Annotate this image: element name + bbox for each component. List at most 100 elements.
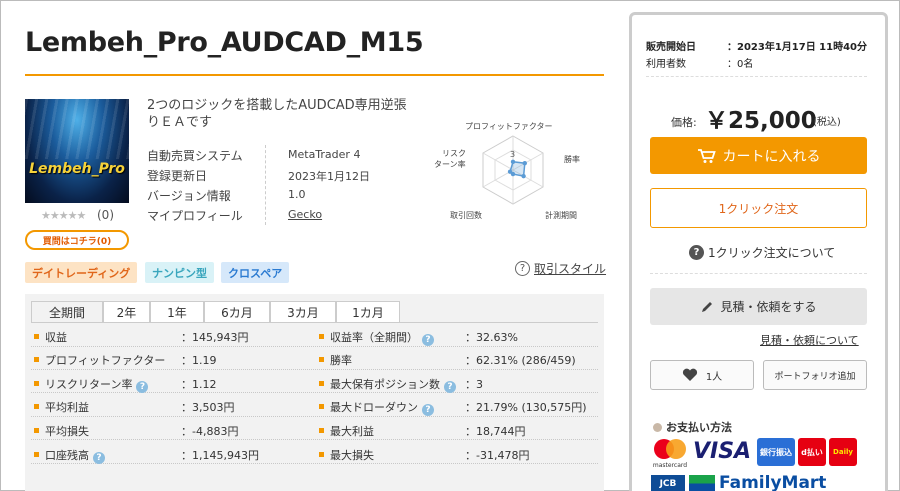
tag-daytrading[interactable]: デイトレーディング bbox=[25, 262, 138, 283]
stat-label-text: 最大損失 bbox=[330, 449, 374, 462]
stat-label-text: 勝率 bbox=[330, 354, 352, 367]
profile-link[interactable]: Gecko bbox=[288, 208, 322, 221]
buy-question-label: 買問はコチラ(0) bbox=[42, 236, 112, 247]
tab-2y[interactable]: 2年 bbox=[103, 301, 150, 323]
stat-label-text: 口座残高 bbox=[45, 449, 89, 462]
stat-left-label-5: 口座残高? bbox=[45, 447, 105, 464]
sale-start-label: 販売開始日 bbox=[646, 42, 696, 53]
stat-left-value-2: ：1.12 bbox=[181, 378, 217, 391]
visa-logo: VISA bbox=[693, 439, 752, 464]
stat-bullet-icon bbox=[34, 452, 39, 457]
daily-yamazaki-logo: Daily bbox=[829, 438, 857, 466]
tab-all-period[interactable]: 全期間 bbox=[31, 301, 103, 323]
radar-point-4 bbox=[507, 169, 513, 174]
help-icon[interactable]: ? bbox=[422, 404, 434, 416]
product-thumbnail[interactable]: Lembeh_Pro bbox=[25, 99, 129, 203]
radar-point-0 bbox=[510, 159, 516, 165]
stat-label-text: 最大保有ポジション数 bbox=[330, 378, 440, 391]
stats-row-divider bbox=[31, 369, 598, 370]
users-label: 利用者数 bbox=[646, 59, 686, 70]
like-count: 1人 bbox=[705, 371, 723, 383]
one-click-order-button[interactable]: 1クリック注文 bbox=[650, 188, 867, 228]
stat-left-value-5: ：1,145,943円 bbox=[181, 449, 259, 462]
info-label-system: 自動売買システム bbox=[147, 149, 243, 163]
bullet-icon bbox=[653, 422, 662, 432]
help-icon: ? bbox=[515, 261, 530, 276]
price-value: ￥25,000 bbox=[705, 108, 817, 134]
stat-label-text: リスクリターン率 bbox=[45, 378, 133, 391]
help-icon[interactable]: ? bbox=[93, 452, 105, 464]
radar-label-return: ターン率 bbox=[434, 159, 466, 169]
stat-label-text: 最大ドローダウン bbox=[330, 401, 418, 414]
stat-left-label-3: 平均利益 bbox=[45, 399, 89, 415]
info-value-updated: 2023年1月12日 bbox=[288, 170, 370, 183]
stat-left-value-3: ：3,503円 bbox=[181, 401, 235, 414]
pen-icon bbox=[702, 301, 713, 312]
add-to-cart-button[interactable]: カートに入れる bbox=[650, 137, 867, 174]
stat-right-label-0: 収益率（全期間）? bbox=[330, 329, 434, 346]
add-to-cart-label: カートに入れる bbox=[722, 148, 821, 165]
stat-bullet-icon bbox=[34, 357, 39, 362]
product-title: Lembeh_Pro_AUDCAD_M15 bbox=[25, 27, 424, 58]
radar-point-2 bbox=[521, 173, 526, 179]
buy-question-button[interactable]: 買問はコチラ(0) bbox=[25, 230, 129, 250]
tab-3m[interactable]: 3カ月 bbox=[270, 301, 336, 323]
stat-right-value-0: ：32.63% bbox=[465, 331, 518, 344]
radar-point-1 bbox=[522, 161, 527, 166]
quote-about-link[interactable]: 見積・依頼について bbox=[760, 332, 859, 348]
info-label-profile: マイプロフィール bbox=[147, 209, 243, 223]
radar-label-period: 計測期間 bbox=[545, 210, 577, 220]
info-divider bbox=[265, 145, 266, 225]
help-icon[interactable]: ? bbox=[136, 381, 149, 393]
stats-row-divider bbox=[31, 416, 598, 417]
stat-bullet-icon bbox=[319, 452, 324, 457]
one-click-about-link[interactable]: ? 1クリック注文について bbox=[689, 244, 835, 261]
radar-chart: 3 プロフィットファクター 勝率 計測期間 取引回数 リスク ターン率 bbox=[434, 122, 580, 220]
product-description: 2つのロジックを搭載したAUDCAD専用逆張りＥＡです bbox=[147, 98, 407, 130]
add-portfolio-button[interactable]: ポートフォリオ追加 bbox=[763, 360, 867, 390]
heart-icon bbox=[682, 368, 697, 381]
stat-left-label-2: リスクリターン率? bbox=[45, 376, 149, 393]
radar-label-trades: 取引回数 bbox=[450, 210, 482, 220]
tab-1y[interactable]: 1年 bbox=[150, 301, 204, 323]
tab-6m[interactable]: 6カ月 bbox=[204, 301, 270, 323]
stat-label-text: 平均損失 bbox=[45, 425, 89, 438]
stat-left-value-4: ：-4,883円 bbox=[181, 425, 239, 438]
stat-bullet-icon bbox=[319, 428, 324, 433]
stat-right-value-3: ：21.79% (130,575円) bbox=[465, 401, 587, 414]
stat-bullet-icon bbox=[34, 334, 39, 339]
trade-style-link[interactable]: ? 取引スタイル bbox=[515, 260, 606, 277]
stat-right-label-4: 最大利益 bbox=[330, 423, 374, 439]
jcb-logo: JCB bbox=[651, 475, 685, 491]
quote-request-button[interactable]: 見積・依頼をする bbox=[650, 288, 867, 325]
tag-crosspair[interactable]: クロスペア bbox=[221, 262, 290, 283]
price-label: 価格: bbox=[671, 116, 697, 129]
like-button[interactable]: 1人 bbox=[650, 360, 754, 390]
info-value-version: 1.0 bbox=[288, 188, 306, 201]
radar-axis-6 bbox=[482, 152, 514, 171]
stat-right-value-4: ：18,744円 bbox=[465, 425, 526, 438]
stat-bullet-icon bbox=[319, 404, 324, 409]
stat-bullet-icon bbox=[319, 357, 324, 362]
tab-1m[interactable]: 1カ月 bbox=[336, 301, 400, 323]
help-icon[interactable]: ? bbox=[422, 334, 434, 346]
title-underline bbox=[25, 74, 604, 76]
stat-right-label-2: 最大保有ポジション数? bbox=[330, 376, 456, 393]
stat-left-label-1: プロフィットファクター bbox=[45, 352, 165, 368]
familymart-mark bbox=[689, 475, 715, 491]
help-icon[interactable]: ? bbox=[444, 381, 456, 393]
panel-divider bbox=[650, 273, 867, 274]
stat-bullet-icon bbox=[319, 334, 324, 339]
tag-nanpin[interactable]: ナンピン型 bbox=[145, 262, 214, 283]
stat-right-label-1: 勝率 bbox=[330, 352, 352, 368]
review-count[interactable]: (0) bbox=[97, 208, 114, 222]
stat-right-value-5: ：-31,478円 bbox=[465, 449, 530, 462]
radar-label-pf: プロフィットファクター bbox=[465, 122, 553, 131]
radar-scale-label: 3 bbox=[510, 150, 515, 159]
tabs-baseline bbox=[31, 322, 598, 323]
thumbnail-rays bbox=[25, 99, 129, 159]
thumbnail-logo-text: Lembeh_Pro bbox=[29, 161, 125, 177]
payment-methods-label: お支払い方法 bbox=[666, 421, 732, 434]
stats-row-divider bbox=[31, 463, 598, 464]
stat-bullet-icon bbox=[319, 381, 324, 386]
